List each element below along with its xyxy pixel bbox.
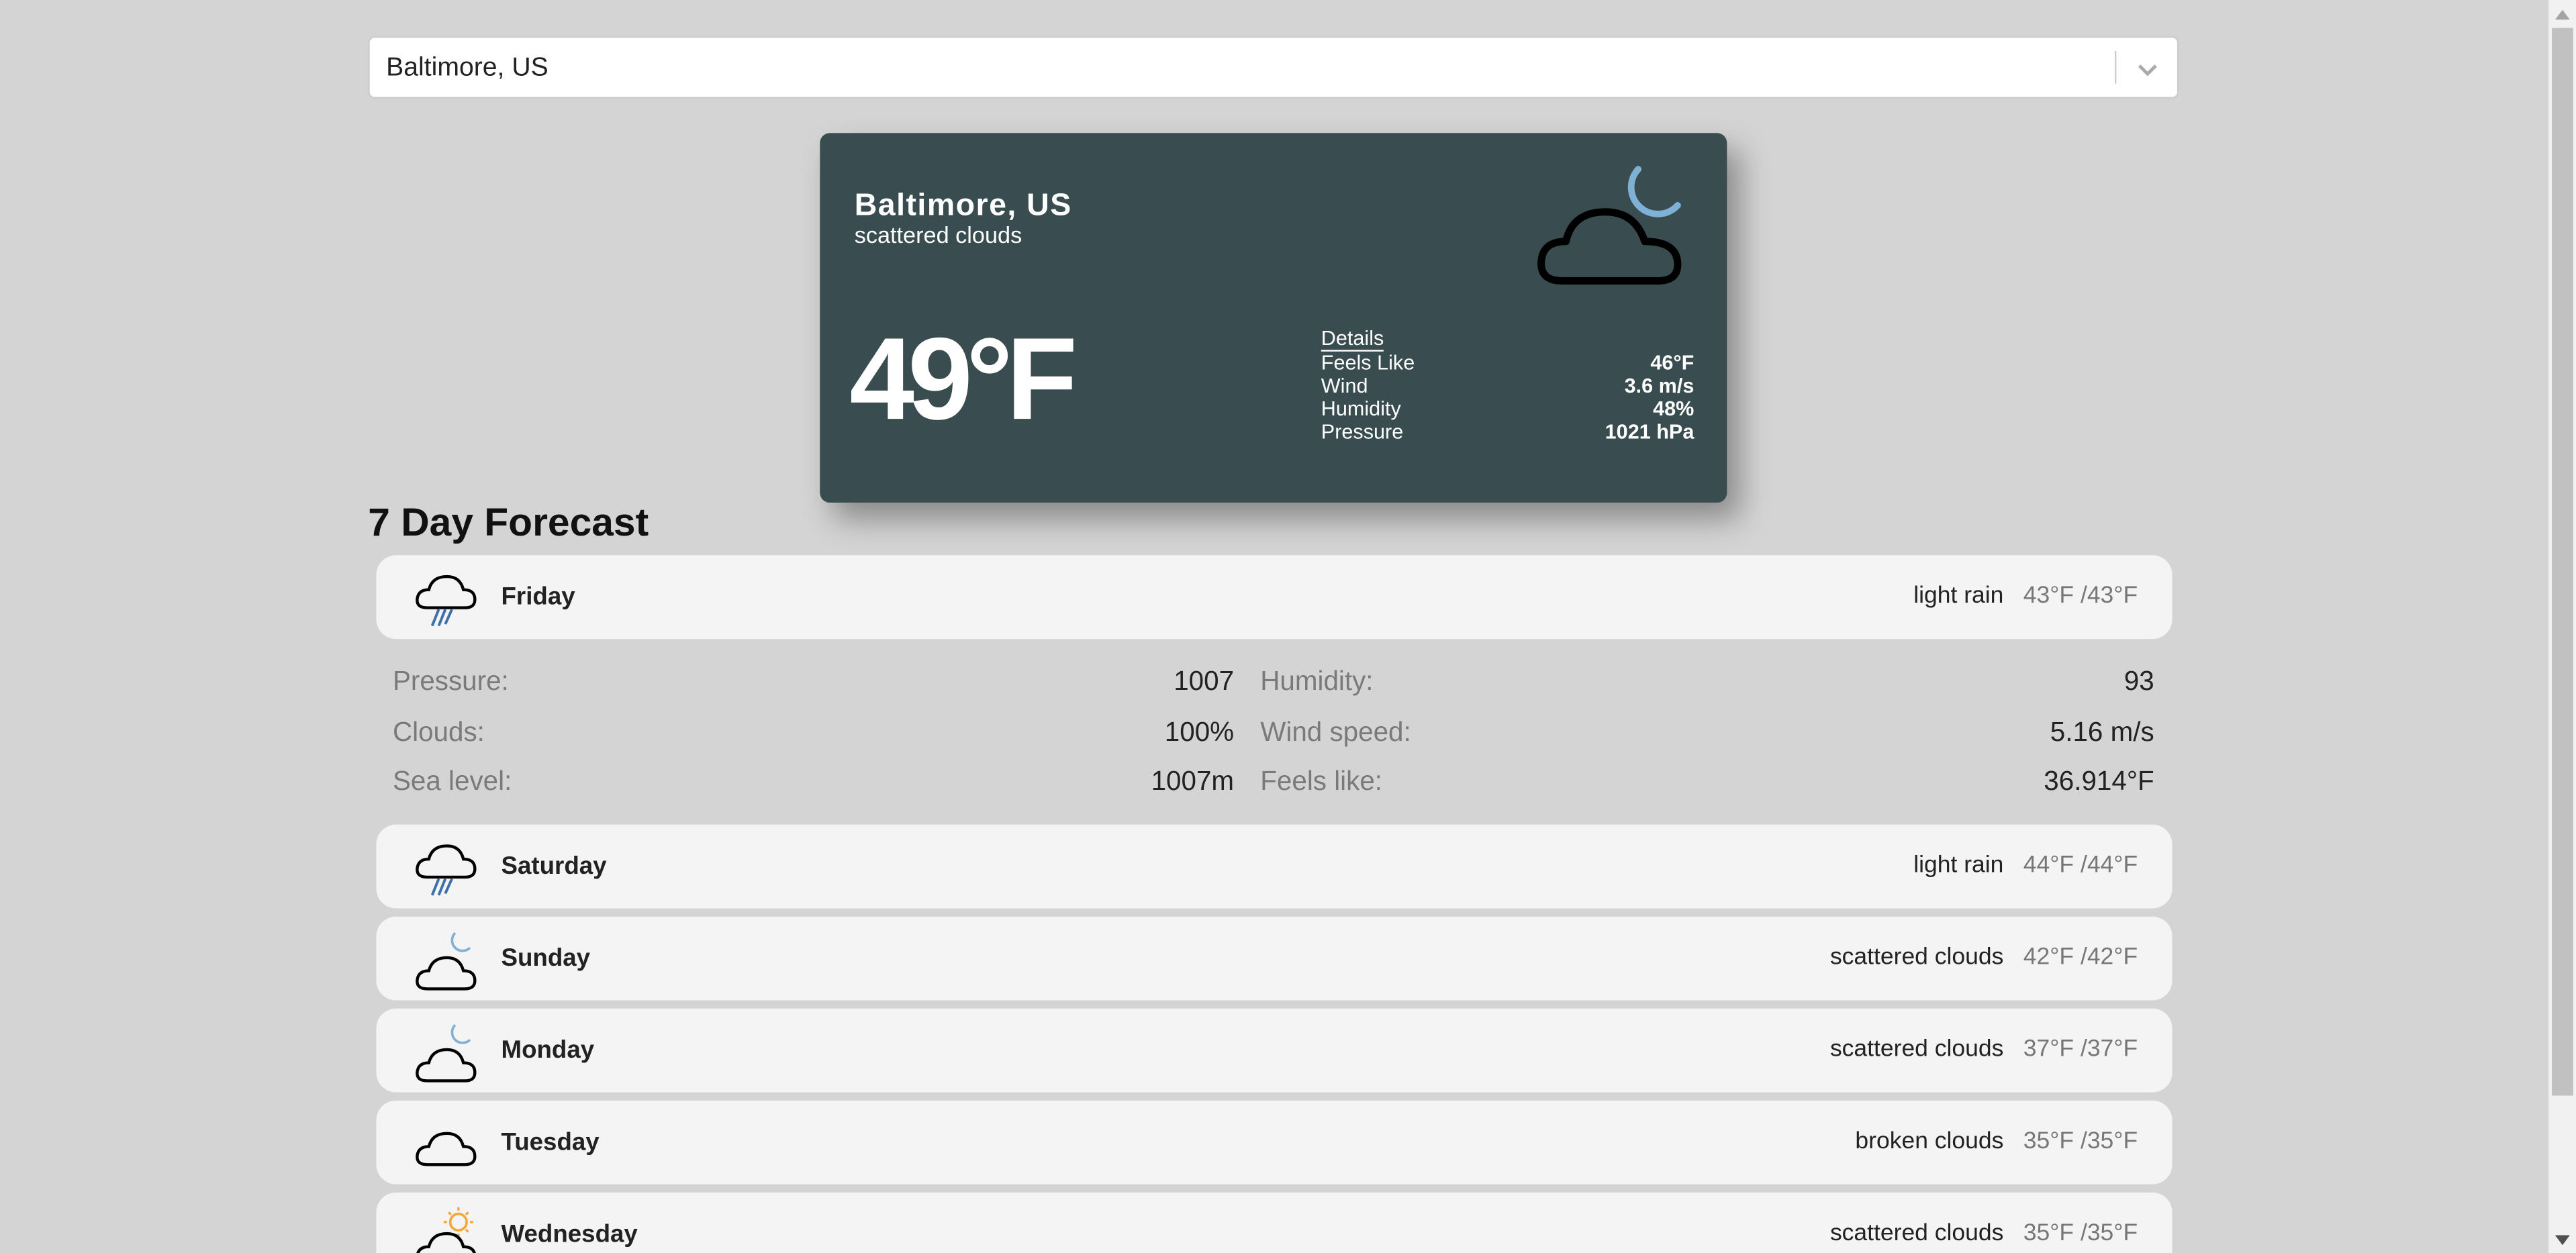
- sea-level-value: 1007m: [1151, 766, 1235, 797]
- chevron-down-icon[interactable]: [2131, 52, 2164, 85]
- day-summary: scattered clouds 42°F /42°F: [1830, 917, 2138, 1001]
- day-temps: 37°F /37°F: [2023, 1036, 2138, 1063]
- day-temps: 35°F /35°F: [2023, 1220, 2138, 1247]
- current-temperature: 49°F: [849, 315, 1078, 446]
- page-scrollbar[interactable]: [2548, 0, 2576, 1253]
- forecast-day-monday[interactable]: Monday scattered clouds 37°F /37°F: [376, 1008, 2173, 1093]
- day-description: light rain: [1913, 583, 2004, 610]
- rain-cloud-icon: [416, 844, 477, 896]
- rain-cloud-icon: [416, 574, 477, 627]
- wind-speed-label: Wind speed:: [1260, 717, 1411, 748]
- day-description: scattered clouds: [1829, 1036, 2004, 1063]
- day-description: broken clouds: [1855, 1128, 2004, 1155]
- details-title: Details: [1321, 327, 1384, 352]
- detail-label: Wind: [1321, 374, 1368, 398]
- sea-level-label: Sea level:: [392, 766, 512, 797]
- scroll-down-icon[interactable]: [2548, 1225, 2576, 1253]
- day-name: Tuesday: [501, 1128, 600, 1157]
- day-name: Wednesday: [501, 1220, 638, 1249]
- location-select-value[interactable]: Baltimore, US: [386, 38, 548, 99]
- detail-value: 48%: [1653, 397, 1695, 421]
- pressure-value: 1007: [1174, 666, 1235, 697]
- current-details: Details Feels Like 46°F Wind 3.6 m/s Hum…: [1321, 327, 1695, 444]
- cloud-moon-icon: [1537, 166, 1682, 285]
- feels-like-label: Feels like:: [1260, 766, 1383, 797]
- current-city: Baltimore, US: [854, 189, 1072, 223]
- wind-speed-value: 5.16 m/s: [2050, 717, 2154, 748]
- detail-label: Pressure: [1321, 420, 1404, 444]
- forecast-day-tuesday[interactable]: Tuesday broken clouds 35°F /35°F: [376, 1100, 2173, 1185]
- day-summary: light rain 44°F /44°F: [1913, 825, 2138, 909]
- day-name: Saturday: [501, 852, 607, 881]
- day-description: light rain: [1913, 852, 2004, 879]
- day-summary: broken clouds 35°F /35°F: [1855, 1101, 2138, 1185]
- day-summary: scattered clouds 35°F /35°F: [1830, 1193, 2138, 1253]
- day-temps: 43°F /43°F: [2023, 583, 2138, 610]
- current-weather-card: Baltimore, US scattered clouds 49°F Deta…: [820, 133, 1727, 503]
- pressure-label: Pressure:: [392, 666, 509, 697]
- current-description: scattered clouds: [854, 221, 1022, 248]
- details-row: Clouds: 100% Wind speed: 5.16 m/s: [393, 708, 2154, 757]
- day-summary: light rain 43°F /43°F: [1913, 555, 2138, 639]
- cloud-sun-icon: [416, 1207, 476, 1253]
- select-separator: [2114, 50, 2117, 84]
- forecast-day-wednesday[interactable]: Wednesday scattered clouds 35°F /35°F: [376, 1192, 2173, 1253]
- detail-value: 46°F: [1650, 351, 1695, 375]
- forecast-day-saturday[interactable]: Saturday light rain 44°F /44°F: [376, 824, 2173, 909]
- feels-like-value: 36.914°F: [2044, 766, 2154, 797]
- cloud-moon-icon: [416, 932, 477, 991]
- forecast-day-sunday[interactable]: Sunday scattered clouds 42°F /42°F: [376, 916, 2173, 1001]
- app-viewport: Baltimore, US Baltimore, US scattered cl…: [0, 0, 2576, 1253]
- location-select[interactable]: Baltimore, US: [368, 36, 2179, 99]
- day-temps: 42°F /42°F: [2023, 944, 2138, 971]
- humidity-label: Humidity:: [1260, 666, 1374, 697]
- clouds-value: 100%: [1164, 717, 1235, 748]
- details-row: Sea level: 1007m Feels like: 36.914°F: [393, 757, 2154, 806]
- forecast-title: 7 Day Forecast: [368, 501, 649, 546]
- detail-row-wind: Wind 3.6 m/s: [1321, 374, 1695, 397]
- humidity-value: 93: [2124, 666, 2154, 697]
- detail-value: 1021 hPa: [1605, 420, 1695, 444]
- clouds-label: Clouds:: [392, 717, 485, 748]
- detail-label: Humidity: [1321, 397, 1401, 421]
- day-name: Sunday: [501, 944, 591, 972]
- detail-value: 3.6 m/s: [1624, 374, 1695, 398]
- day-description: scattered clouds: [1829, 944, 2004, 971]
- day-name: Friday: [501, 583, 575, 611]
- detail-row-feels-like: Feels Like 46°F: [1321, 352, 1695, 374]
- detail-row-humidity: Humidity 48%: [1321, 397, 1695, 420]
- cloud-icon: [416, 1132, 477, 1166]
- day-temps: 44°F /44°F: [2023, 852, 2138, 879]
- day-summary: scattered clouds 37°F /37°F: [1830, 1009, 2138, 1093]
- scrollbar-thumb[interactable]: [2551, 28, 2573, 1096]
- forecast-day-friday[interactable]: Friday light rain 43°F /43°F: [376, 555, 2173, 640]
- day-temps: 35°F /35°F: [2023, 1128, 2138, 1155]
- detail-label: Feels Like: [1321, 351, 1415, 375]
- day-name: Monday: [501, 1036, 595, 1064]
- day-description: scattered clouds: [1829, 1220, 2004, 1247]
- detail-row-pressure: Pressure 1021 hPa: [1321, 421, 1695, 444]
- cloud-moon-icon: [416, 1023, 477, 1083]
- details-row: Pressure: 1007 Humidity: 93: [393, 657, 2154, 706]
- scroll-up-icon[interactable]: [2548, 0, 2576, 28]
